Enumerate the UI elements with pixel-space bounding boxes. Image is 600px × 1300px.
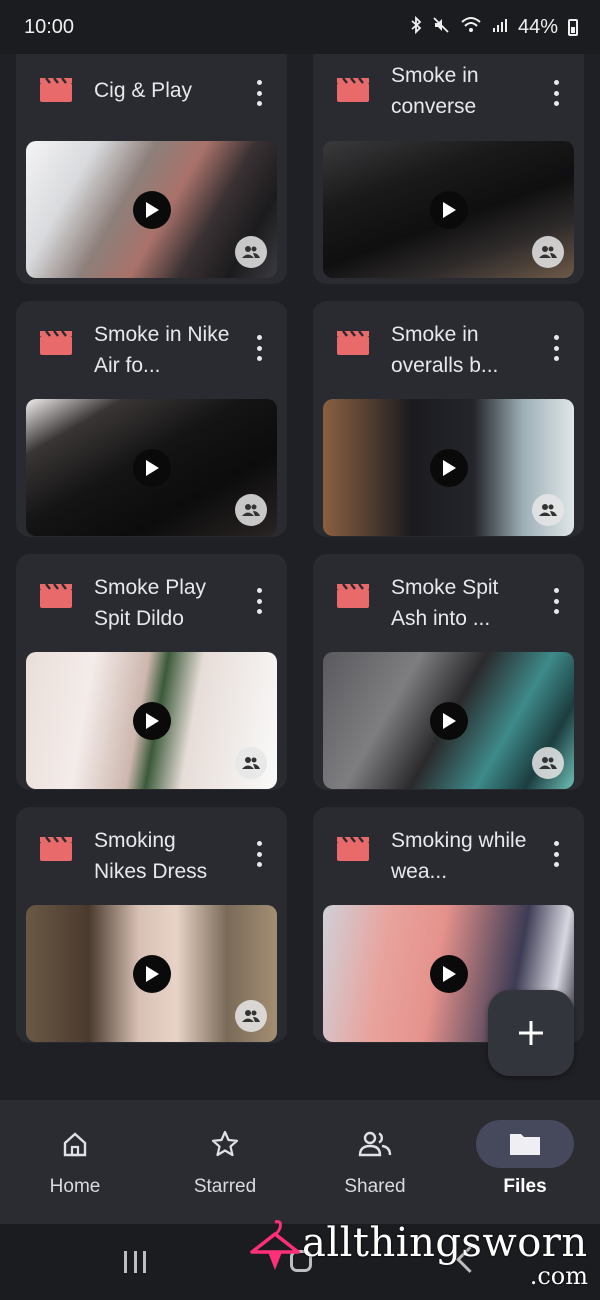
play-icon (429, 190, 468, 229)
video-thumbnail[interactable] (26, 905, 277, 1042)
nav-shared-label: Shared (344, 1176, 406, 1197)
play-icon (132, 448, 171, 487)
system-navigation-bar (0, 1224, 600, 1300)
play-icon (429, 701, 468, 740)
more-options-icon[interactable] (552, 335, 560, 361)
battery-percent: 44% (517, 15, 558, 38)
play-icon (132, 701, 171, 740)
shared-badge-icon (532, 494, 564, 526)
file-title: Smoking while wea... (391, 829, 527, 883)
shared-badge-icon (532, 236, 564, 268)
file-card[interactable]: Smoke Play Spit Dildo (16, 554, 287, 790)
video-file-icon (337, 78, 369, 102)
nav-home-label: Home (49, 1176, 101, 1197)
file-card[interactable]: Smoke Spit Ash into ... (313, 554, 584, 790)
folder-icon (510, 1134, 540, 1155)
play-icon (132, 954, 171, 993)
file-title: Smoke in Nike Air fo... (94, 323, 230, 377)
video-thumbnail[interactable] (26, 399, 277, 536)
nav-files-label: Files (503, 1176, 547, 1197)
more-options-icon[interactable] (255, 588, 263, 614)
nav-shared-pill (326, 1120, 424, 1168)
star-icon (211, 1130, 239, 1157)
file-title: Smoking Nikes Dress (94, 829, 208, 883)
video-thumbnail[interactable] (323, 141, 574, 278)
file-card[interactable]: Smoking Nikes Dress (16, 807, 287, 1043)
play-icon (429, 954, 468, 993)
battery-icon (568, 18, 578, 36)
nav-files-pill (476, 1120, 574, 1168)
nav-starred-pill (176, 1120, 274, 1168)
card-header: Smoke Spit Ash into ... (313, 554, 584, 640)
file-card[interactable]: Smoke in converse (313, 54, 584, 284)
video-file-icon (40, 78, 72, 102)
file-title: Smoke Spit Ash into ... (391, 576, 499, 630)
more-options-icon[interactable] (255, 841, 263, 867)
card-header: Smoke in overalls b... (313, 301, 584, 387)
new-item-fab[interactable] (488, 990, 574, 1076)
back-button-icon[interactable] (456, 1246, 483, 1273)
video-file-icon (337, 331, 369, 355)
recents-button-icon[interactable] (124, 1251, 146, 1273)
video-file-icon (337, 837, 369, 861)
video-thumbnail[interactable] (26, 652, 277, 789)
home-icon (63, 1132, 87, 1157)
shared-badge-icon (235, 747, 267, 779)
file-card[interactable]: Cig & Play (16, 54, 287, 284)
nav-home-pill (26, 1120, 124, 1168)
more-options-icon[interactable] (552, 80, 560, 106)
card-header: Smoke in converse (313, 54, 584, 134)
more-options-icon[interactable] (255, 335, 263, 361)
video-thumbnail[interactable] (323, 399, 574, 536)
file-title: Smoke in converse (391, 64, 479, 118)
card-header: Smoke in Nike Air fo... (16, 301, 287, 387)
status-bar: 10:00 44% (0, 0, 600, 54)
file-title: Smoke Play Spit Dildo (94, 576, 207, 630)
file-grid: Cig & Play Smoke in converse Smoke in Ni… (16, 54, 584, 1043)
shared-badge-icon (235, 494, 267, 526)
nav-shared[interactable]: Shared (300, 1100, 450, 1198)
mute-icon (432, 16, 450, 39)
shared-badge-icon (235, 236, 267, 268)
shared-badge-icon (532, 747, 564, 779)
status-time: 10:00 (24, 15, 75, 38)
card-header: Smoke Play Spit Dildo (16, 554, 287, 640)
file-card[interactable]: Smoke in overalls b... (313, 301, 584, 537)
home-button-icon[interactable] (290, 1250, 312, 1272)
play-icon (429, 448, 468, 487)
more-options-icon[interactable] (552, 841, 560, 867)
card-header: Smoking while wea... (313, 807, 584, 893)
nav-starred[interactable]: Starred (150, 1100, 300, 1198)
file-title: Cig & Play (94, 79, 193, 102)
video-file-icon (337, 584, 369, 608)
plus-icon (519, 1021, 543, 1045)
file-title: Smoke in overalls b... (391, 323, 499, 377)
signal-icon (492, 17, 508, 38)
nav-files[interactable]: Files (450, 1100, 600, 1198)
bluetooth-icon (410, 15, 422, 39)
card-header: Smoking Nikes Dress (16, 807, 287, 893)
nav-home[interactable]: Home (0, 1100, 150, 1198)
video-file-icon (40, 584, 72, 608)
status-icons: 44% (410, 15, 578, 39)
more-options-icon[interactable] (552, 588, 560, 614)
card-header: Cig & Play (16, 54, 287, 134)
shared-people-icon (358, 1131, 392, 1157)
shared-badge-icon (235, 1000, 267, 1032)
video-thumbnail[interactable] (26, 141, 277, 278)
more-options-icon[interactable] (255, 80, 263, 106)
wifi-icon (460, 16, 482, 39)
video-thumbnail[interactable] (323, 652, 574, 789)
video-file-icon (40, 331, 72, 355)
video-file-icon (40, 837, 72, 861)
play-icon (132, 190, 171, 229)
nav-starred-label: Starred (193, 1176, 257, 1197)
bottom-navigation: Home Starred Shared Files (0, 1100, 600, 1224)
file-card[interactable]: Smoke in Nike Air fo... (16, 301, 287, 537)
